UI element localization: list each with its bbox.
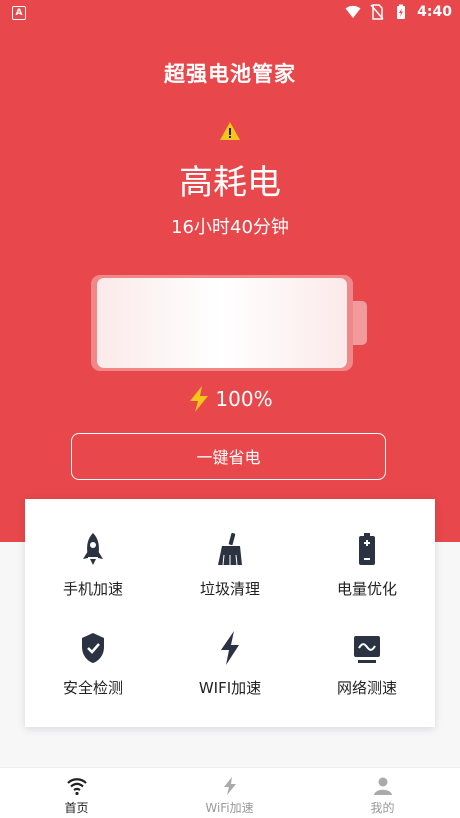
user-icon <box>373 777 392 795</box>
nav-label: WiFi加速 <box>205 801 254 815</box>
nav-label: 首页 <box>64 801 89 815</box>
tool-wifi-boost[interactable]: WIFI加速 <box>162 630 298 729</box>
rocket-icon <box>83 533 103 565</box>
nav-wifi-boost[interactable]: WiFi加速 <box>153 768 306 818</box>
status-icons: 4:40 <box>345 4 452 20</box>
warning-icon <box>220 122 240 140</box>
battery-icon <box>359 533 375 565</box>
tool-speed-test[interactable]: 网络测速 <box>299 630 435 729</box>
tool-phone-boost[interactable]: 手机加速 <box>25 531 161 630</box>
tool-label: 安全检测 <box>62 679 123 697</box>
status-bar: A 4:40 <box>0 0 460 26</box>
no-sim-icon <box>370 4 384 20</box>
battery-cap <box>353 301 367 345</box>
app-title: 超强电池管家 <box>164 62 296 86</box>
tool-label: 电量优化 <box>336 580 397 598</box>
nav-home[interactable]: 首页 <box>0 768 153 818</box>
monitor-icon <box>354 636 380 663</box>
tool-label: 手机加速 <box>62 580 123 598</box>
tool-label: WIFI加速 <box>198 679 262 697</box>
shield-check-icon <box>82 633 104 663</box>
tools-card: 手机加速 垃圾清理 电量优化 安全检测 WIFI加速 网络测速 <box>25 499 435 727</box>
tool-security-check[interactable]: 安全检测 <box>25 630 161 729</box>
battery-charging-icon <box>397 4 406 19</box>
one-click-save-button[interactable]: 一键省电 <box>71 433 386 480</box>
app-notification-icon: A <box>12 6 26 20</box>
battery-percent: 100% <box>0 385 460 413</box>
power-consumption-status: 高耗电 <box>179 163 281 203</box>
status-time: 4:40 <box>417 4 452 20</box>
battery-percent-text: 100% <box>215 387 273 411</box>
tool-power-optimize[interactable]: 电量优化 <box>299 531 435 630</box>
wifi-icon <box>66 778 87 796</box>
tool-junk-clean[interactable]: 垃圾清理 <box>162 531 298 630</box>
lightning-icon <box>221 631 239 665</box>
lightning-icon <box>223 777 236 795</box>
battery-fill <box>97 278 347 368</box>
broom-icon <box>218 532 242 566</box>
remaining-time: 16小时40分钟 <box>171 217 289 238</box>
tool-label: 网络测速 <box>336 679 397 697</box>
nav-label: 我的 <box>370 801 395 815</box>
bottom-nav: 首页 WiFi加速 我的 <box>0 767 460 818</box>
wifi-signal-icon <box>345 5 361 18</box>
battery-graphic <box>91 275 367 371</box>
lightning-icon <box>190 386 209 412</box>
tool-label: 垃圾清理 <box>199 580 260 598</box>
nav-mine[interactable]: 我的 <box>306 768 459 818</box>
